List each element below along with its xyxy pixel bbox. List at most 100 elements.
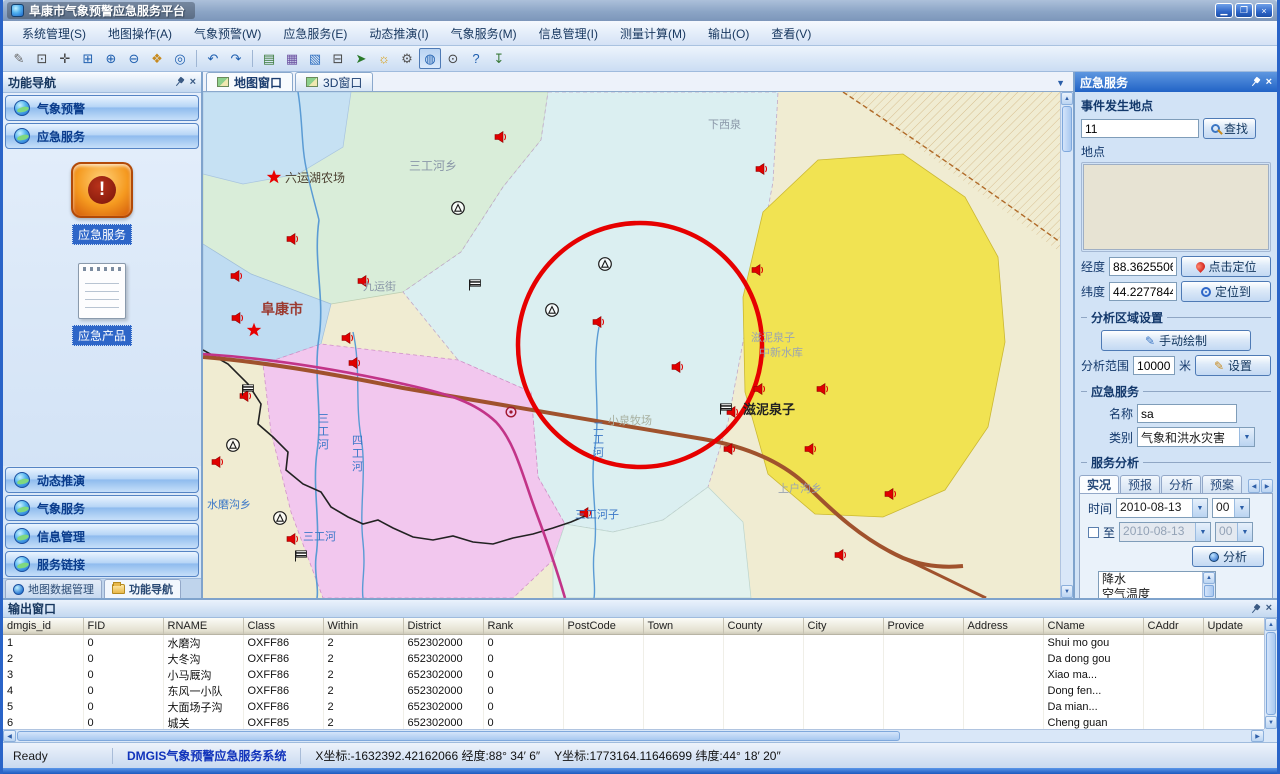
pin-icon[interactable] — [1248, 75, 1261, 88]
column-header[interactable]: Update — [1203, 618, 1264, 634]
column-header[interactable]: Within — [323, 618, 403, 634]
menu-item[interactable]: 气象预警(W) — [183, 22, 272, 45]
nav-button[interactable]: 服务链接 — [5, 551, 199, 577]
image-export-icon[interactable]: ▧ — [304, 48, 326, 69]
menu-item[interactable]: 动态推演(I) — [358, 22, 439, 45]
menu-item[interactable]: 输出(O) — [697, 22, 760, 45]
place-list[interactable] — [1083, 164, 1269, 250]
export-data-icon[interactable]: ↧ — [488, 48, 510, 69]
restore-button-icon[interactable]: ❐ — [1235, 3, 1253, 18]
menu-item[interactable]: 信息管理(I) — [528, 22, 609, 45]
scroll-down-icon[interactable]: ▼ — [1061, 585, 1073, 598]
column-header[interactable]: Address — [963, 618, 1043, 634]
zoom-out-icon[interactable]: ⊖ — [123, 48, 145, 69]
draw-pencil-icon[interactable]: ✎ — [8, 48, 30, 69]
locate-to-button[interactable]: 定位到 — [1181, 281, 1271, 302]
latitude-input[interactable] — [1109, 282, 1177, 301]
select-feature-icon[interactable]: ⊡ — [31, 48, 53, 69]
nav-button[interactable]: 信息管理 — [5, 523, 199, 549]
analysis-range-input[interactable] — [1133, 356, 1175, 375]
scroll-thumb[interactable] — [17, 731, 900, 741]
chevron-down-icon[interactable]: ▼ — [1237, 523, 1252, 541]
click-locate-button[interactable]: 点击定位 — [1181, 256, 1271, 277]
list-item[interactable]: 空气温度 — [1099, 587, 1202, 598]
close-icon[interactable]: × — [1266, 603, 1272, 614]
scroll-down-icon[interactable]: ▼ — [1265, 716, 1277, 729]
previous-extent-icon[interactable]: ↶ — [202, 48, 224, 69]
layers-icon[interactable]: ▤ — [258, 48, 280, 69]
chevron-down-icon[interactable]: ▼ — [1234, 499, 1249, 517]
chevron-down-icon[interactable]: ▼ — [1239, 428, 1254, 446]
nav-button[interactable]: 气象服务 — [5, 495, 199, 521]
output-horizontal-scrollbar[interactable]: ◀ ▶ — [3, 729, 1264, 742]
close-button-icon[interactable]: × — [1255, 3, 1273, 18]
settings-gear-icon[interactable]: ⚙ — [396, 48, 418, 69]
column-header[interactable]: CAddr — [1143, 618, 1203, 634]
scroll-up-icon[interactable]: ▲ — [1203, 572, 1215, 584]
pan-hand-icon[interactable]: ❖ — [146, 48, 168, 69]
pointer-icon[interactable]: ➤ — [350, 48, 372, 69]
column-header[interactable]: RNAME — [163, 618, 243, 634]
table-row[interactable]: 40东风一小队OXFF8626523020000Dong fen... — [3, 683, 1264, 699]
output-vertical-scrollbar[interactable]: ▲ ▼ — [1264, 618, 1277, 729]
menu-item[interactable]: 查看(V) — [760, 22, 822, 45]
service-type-combo[interactable]: 气象和洪水灾害 ▼ — [1137, 427, 1255, 447]
menu-item[interactable]: 测量计算(M) — [609, 22, 697, 45]
help-icon[interactable]: ? — [465, 48, 487, 69]
close-icon[interactable]: × — [1266, 77, 1272, 88]
scroll-up-icon[interactable]: ▲ — [1265, 618, 1277, 631]
hour-to-combo[interactable]: 00 ▼ — [1215, 522, 1253, 542]
map-svg[interactable]: 六运湖农场三工河乡下西泉九运街阜康市滋泥泉子中新水库滋泥泉子小泉牧场上户沟乡三工… — [203, 92, 1060, 598]
pin-icon[interactable] — [172, 75, 185, 88]
close-icon[interactable]: × — [190, 77, 196, 88]
longitude-input[interactable] — [1109, 257, 1177, 276]
nav-button[interactable]: 气象预警 — [5, 95, 199, 121]
service-tab[interactable]: 预报 — [1120, 475, 1160, 493]
next-extent-icon[interactable]: ↷ — [225, 48, 247, 69]
service-tab[interactable]: 实况 — [1079, 475, 1119, 493]
nav-button[interactable]: 动态推演 — [5, 467, 199, 493]
scroll-thumb[interactable] — [1266, 632, 1276, 715]
zoom-window-icon[interactable]: ⊞ — [77, 48, 99, 69]
analyze-button[interactable]: 分析 — [1192, 546, 1264, 567]
column-header[interactable]: District — [403, 618, 483, 634]
chevron-down-icon[interactable]: ▼ — [1192, 499, 1207, 517]
service-tab[interactable]: 预案 — [1202, 475, 1242, 493]
menu-item[interactable]: 地图操作(A) — [97, 22, 183, 45]
pan-select-icon[interactable]: ✛ — [54, 48, 76, 69]
scroll-thumb[interactable] — [1062, 106, 1072, 152]
menu-item[interactable]: 系统管理(S) — [11, 22, 97, 45]
column-header[interactable]: County — [723, 618, 803, 634]
full-extent-icon[interactable]: ◎ — [169, 48, 191, 69]
scroll-up-icon[interactable]: ▲ — [1061, 92, 1073, 105]
location-search-input[interactable] — [1081, 119, 1199, 138]
minimize-button-icon[interactable]: ▁ — [1215, 3, 1233, 18]
hour-combo[interactable]: 00 ▼ — [1212, 498, 1250, 518]
shortcut-emergency-service[interactable]: ! 应急服务 — [71, 162, 133, 245]
visibility-eye-icon[interactable]: ⊙ — [442, 48, 464, 69]
map-tab[interactable]: 3D窗口 — [295, 72, 373, 91]
zoom-in-icon[interactable]: ⊕ — [100, 48, 122, 69]
element-listbox[interactable]: 降水空气温度 ▲ ▼ — [1098, 571, 1216, 598]
panel-tab[interactable]: 地图数据管理 — [5, 579, 102, 598]
tab-scroll-left-icon[interactable]: ◀ — [1248, 479, 1260, 493]
list-item[interactable]: 降水 — [1099, 572, 1202, 587]
service-tab[interactable]: 分析 — [1161, 475, 1201, 493]
date-to-combo[interactable]: 2010-08-13 ▼ — [1119, 522, 1211, 542]
map-canvas[interactable]: 六运湖农场三工河乡下西泉九运街阜康市滋泥泉子中新水库滋泥泉子小泉牧场上户沟乡三工… — [203, 92, 1073, 598]
column-header[interactable]: dmgis_id — [3, 618, 83, 634]
tab-scroll-right-icon[interactable]: ▶ — [1261, 479, 1273, 493]
print-icon[interactable]: ⊟ — [327, 48, 349, 69]
table-row[interactable]: 50大面场子沟OXFF8626523020000Da mian... — [3, 699, 1264, 715]
map-export-icon[interactable]: ▦ — [281, 48, 303, 69]
scroll-left-icon[interactable]: ◀ — [3, 730, 16, 742]
date-combo[interactable]: 2010-08-13 ▼ — [1116, 498, 1208, 518]
column-header[interactable]: Town — [643, 618, 723, 634]
table-row[interactable]: 30小马厩沟OXFF8626523020000Xiao ma... — [3, 667, 1264, 683]
hint-light-icon[interactable]: ☼ — [373, 48, 395, 69]
manual-draw-button[interactable]: ✎ 手动绘制 — [1101, 330, 1251, 351]
column-header[interactable]: FID — [83, 618, 163, 634]
map-tab[interactable]: 地图窗口 — [206, 72, 293, 91]
shortcut-emergency-product[interactable]: 应急产品 — [72, 263, 132, 346]
column-header[interactable]: PostCode — [563, 618, 643, 634]
